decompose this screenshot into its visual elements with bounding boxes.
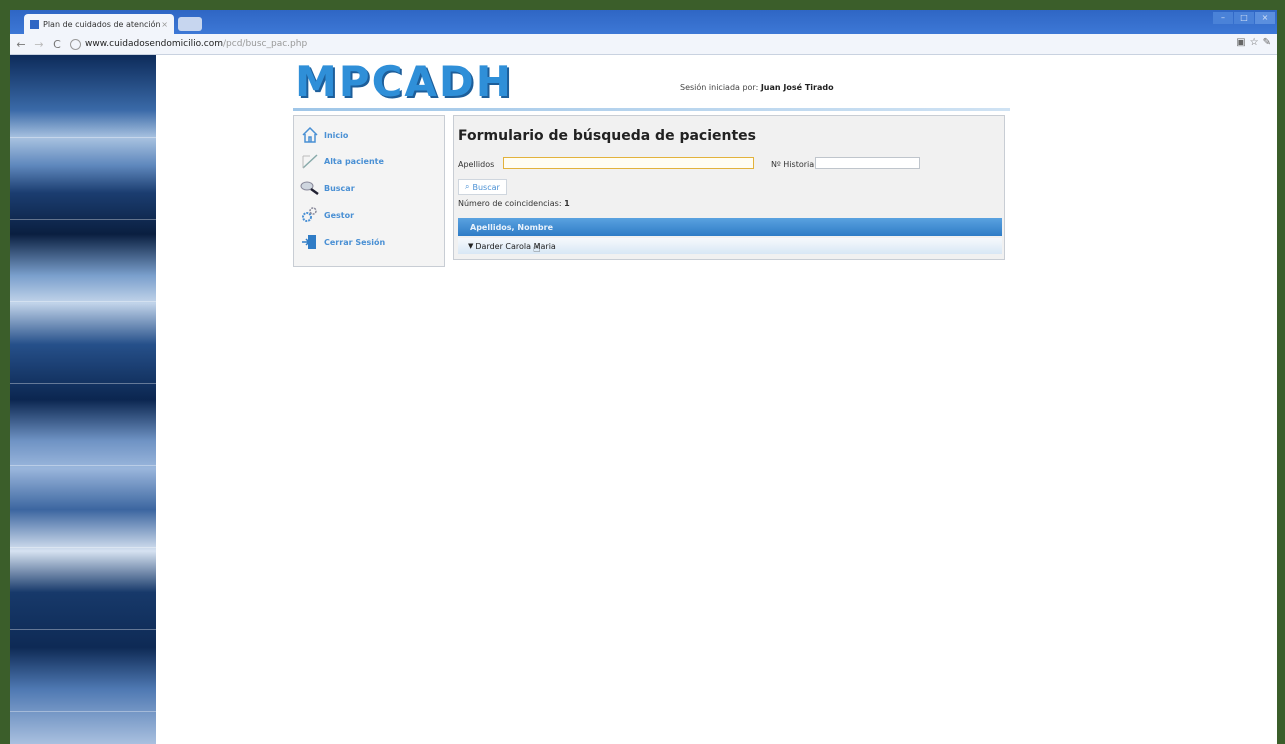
nav-item-buscar[interactable]: Buscar — [300, 179, 355, 197]
session-user: Juan José Tirado — [760, 83, 834, 92]
home-icon — [300, 126, 320, 144]
logout-door-icon — [300, 233, 320, 251]
header-divider — [293, 108, 1010, 111]
bookmark-star-icon[interactable]: ☆ — [1250, 37, 1259, 48]
url-host: www.cuidadosendomicilio.com — [85, 39, 224, 49]
back-arrow-icon[interactable]: ← — [14, 38, 28, 51]
mouse-cursor-icon: ☝ — [533, 241, 541, 255]
address-bar[interactable]: www.cuidadosendomicilio.com/pcd/busc_pac… — [70, 38, 308, 50]
nav-label: Gestor — [324, 210, 355, 220]
match-count-label: Número de coincidencias: — [458, 199, 562, 208]
browser-toolbar: ← → C www.cuidadosendomicilio.com/pcd/bu… — [10, 34, 1277, 55]
nav-item-gestor[interactable]: Gestor — [300, 206, 354, 224]
expand-triangle-icon[interactable]: ▼ — [468, 242, 473, 250]
session-prefix: Sesión iniciada por: — [680, 83, 759, 92]
screenshot-frame: Plan de cuidados de atención × – □ × ← →… — [0, 0, 1285, 744]
search-button[interactable]: ⌕ Buscar — [458, 179, 507, 195]
browser-title-bar: Plan de cuidados de atención × – □ × — [10, 10, 1277, 34]
browser-tab[interactable]: Plan de cuidados de atención × — [24, 14, 174, 34]
page-action-icon[interactable]: ▣ — [1236, 37, 1245, 48]
nav-label: Alta paciente — [324, 156, 384, 166]
patient-name: Darder Carola Maria — [475, 241, 556, 251]
gears-icon — [300, 206, 320, 224]
favicon-icon — [30, 19, 39, 29]
column-header-name: Apellidos, Nombre — [470, 222, 554, 232]
match-count: Número de coincidencias: 1 — [458, 199, 570, 208]
photo-collage — [10, 55, 156, 744]
site-logo: MPCADH — [295, 57, 513, 106]
photo-strip — [10, 383, 156, 466]
window-close-icon[interactable]: × — [1255, 12, 1275, 24]
photo-strip — [10, 219, 156, 302]
photo-strip — [10, 547, 156, 630]
nav-item-inicio[interactable]: Inicio — [300, 126, 348, 144]
match-count-value: 1 — [564, 199, 570, 208]
page-info-icon — [70, 38, 81, 50]
pen-icon — [300, 152, 320, 170]
results-table-header[interactable]: Apellidos, Nombre — [458, 218, 1002, 236]
tab-close-icon[interactable]: × — [161, 20, 168, 29]
tab-title: Plan de cuidados de atención — [43, 19, 161, 29]
nav-menu: Inicio Alta paciente Buscar Gestor Cerra… — [293, 115, 445, 267]
apellidos-input[interactable] — [503, 157, 754, 169]
reload-icon[interactable]: C — [50, 38, 64, 51]
nav-item-cerrar-sesion[interactable]: Cerrar Sesión — [300, 233, 385, 251]
apellidos-label: Apellidos — [458, 160, 495, 169]
maximize-icon[interactable]: □ — [1234, 12, 1254, 24]
photo-strip — [10, 55, 156, 138]
form-title: Formulario de búsqueda de pacientes — [458, 128, 756, 144]
magnifier-icon — [300, 179, 320, 197]
photo-strip — [10, 465, 156, 548]
page-content: MPCADH Sesión iniciada por: Juan José Ti… — [10, 55, 1277, 744]
wrench-icon[interactable]: ✎ — [1263, 37, 1271, 48]
photo-strip — [10, 629, 156, 712]
search-button-label: Buscar — [472, 182, 500, 192]
historia-input[interactable] — [815, 157, 920, 169]
new-tab-button[interactable] — [178, 17, 202, 31]
photo-strip — [10, 137, 156, 220]
nav-label: Buscar — [324, 183, 355, 193]
photo-strip — [10, 301, 156, 384]
nav-item-alta-paciente[interactable]: Alta paciente — [300, 152, 384, 170]
url-path: /pcd/busc_pac.php — [223, 39, 308, 49]
search-form: Formulario de búsqueda de pacientes Apel… — [453, 115, 1005, 260]
session-info: Sesión iniciada por: Juan José Tirado — [680, 83, 834, 92]
window-controls: – □ × — [1213, 12, 1275, 24]
nav-label: Inicio — [324, 130, 349, 140]
search-icon: ⌕ — [465, 182, 470, 191]
toolbar-right: ▣ ☆ ✎ — [1236, 37, 1271, 48]
nav-label: Cerrar Sesión — [324, 237, 386, 247]
forward-arrow-icon[interactable]: → — [32, 38, 46, 51]
historia-label: Nº Historia — [771, 160, 815, 169]
minimize-icon[interactable]: – — [1213, 12, 1233, 24]
